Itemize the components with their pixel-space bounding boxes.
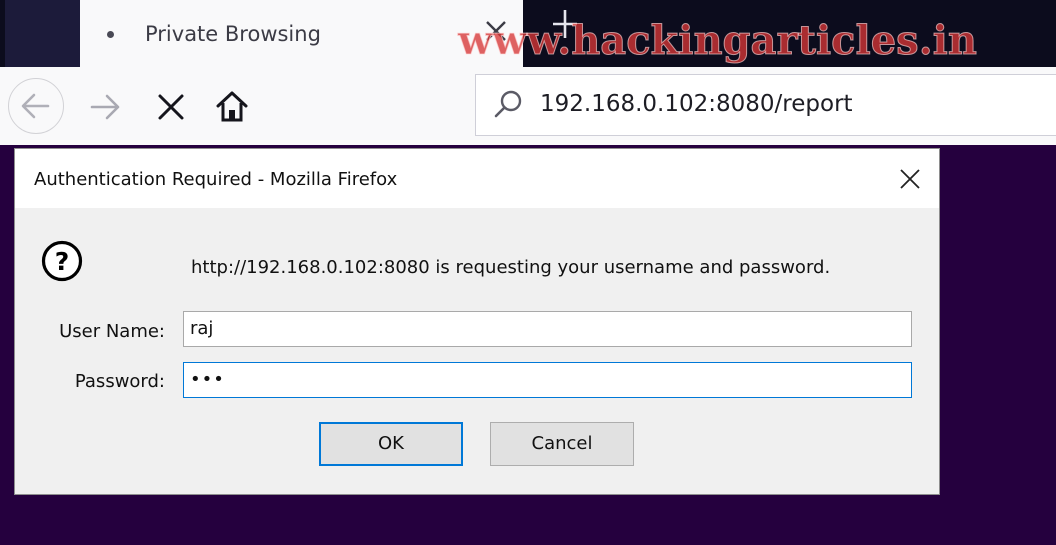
username-input[interactable]: raj (183, 311, 912, 347)
ok-button[interactable]: OK (319, 422, 463, 466)
tab-dot-icon (107, 31, 114, 38)
question-icon: ? (40, 239, 84, 283)
back-button[interactable] (8, 78, 64, 134)
cancel-button[interactable]: Cancel (490, 422, 634, 466)
auth-dialog: Authentication Required - Mozilla Firefo… (14, 148, 940, 495)
dialog-title: Authentication Required - Mozilla Firefo… (34, 169, 398, 190)
back-icon (9, 93, 63, 137)
dialog-message: http://192.168.0.102:8080 is requesting … (191, 257, 831, 278)
username-label: User Name: (59, 321, 165, 342)
dialog-close-icon[interactable] (898, 167, 922, 191)
watermark: www.hackingarticles.in (458, 17, 978, 65)
tab-strip-left (5, 0, 80, 67)
stop-icon[interactable] (152, 88, 190, 126)
forward-icon[interactable] (86, 91, 126, 123)
url-text[interactable]: 192.168.0.102:8080/report (540, 86, 853, 122)
home-icon[interactable] (212, 87, 252, 127)
tab-title: Private Browsing (145, 22, 321, 46)
password-label: Password: (74, 371, 165, 392)
svg-text:?: ? (55, 247, 70, 276)
search-icon (492, 88, 526, 122)
password-input[interactable]: ••• (183, 362, 912, 398)
